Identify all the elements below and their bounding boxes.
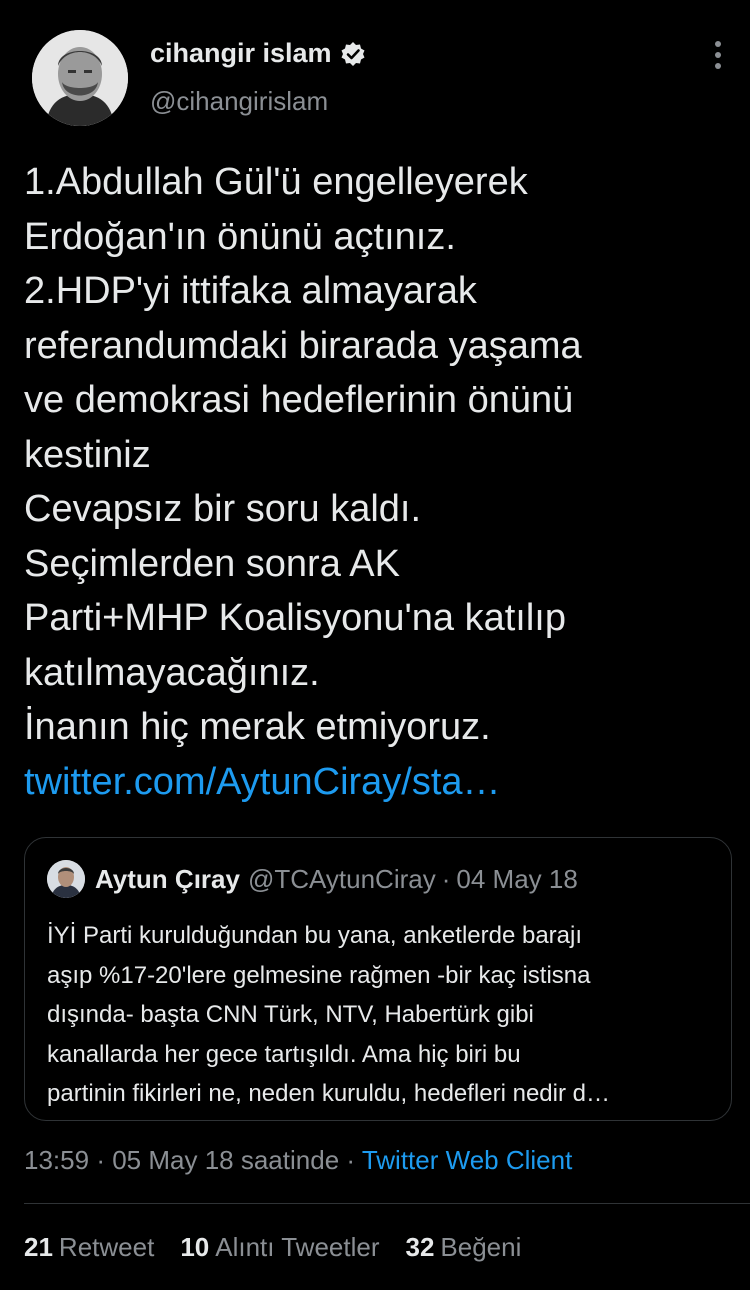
tweet-line: Seçimlerden sonra AK [24, 542, 400, 585]
quoted-line: İYİ Parti kurulduğundan bu yana, anketle… [47, 922, 583, 949]
quoted-author-name: Aytun Çıray [95, 863, 240, 894]
retweets-label: Retweet [58, 1232, 155, 1262]
quoted-line: kanallarda her gece tartışıldı. Ama hiç … [47, 1040, 521, 1068]
tweet-meta: 13:59 · 05 May 18 saatinde · Twitter Web… [24, 1145, 572, 1176]
quoted-line: dışında- başta CNN Türk, NTV, Habertürk … [47, 1001, 534, 1028]
likes-count: 32 [405, 1232, 435, 1262]
tweet-link[interactable]: twitter.com/AytunCiray/sta… [24, 755, 724, 810]
verified-badge-icon [340, 41, 366, 67]
quoted-tweet-card[interactable]: Aytun Çıray @TCAytunCiray · 04 May 18 İY… [24, 837, 732, 1121]
likes-label: Beğeni [440, 1232, 522, 1262]
meta-separator: · [346, 1145, 356, 1175]
quoted-date: 04 May 18 [456, 863, 578, 894]
author-name-text: cihangir islam [150, 38, 332, 68]
more-options-icon[interactable] [704, 38, 732, 72]
divider [24, 1203, 750, 1204]
avatar-photo [32, 30, 128, 126]
quoted-author-handle: @TCAytunCiray [247, 863, 436, 894]
quoted-separator: · [441, 863, 451, 894]
retweets-count: 21 [24, 1232, 53, 1262]
tweet-line: Erdoğan'ın önünü açtınız. [24, 215, 456, 258]
meta-separator: · [96, 1145, 105, 1175]
quoted-line: aşıp %17-20'lere gelmesine rağmen -bir k… [47, 961, 591, 989]
tweet-line: katılmayacağınız. [24, 651, 320, 694]
tweet-line: İnanın hiç merak etmiyoruz. [24, 706, 491, 748]
tweet-line: Cevapsız bir soru kaldı. [24, 488, 422, 530]
tweet-time: 13:59 [24, 1145, 90, 1175]
likes-stat[interactable]: 32 Beğeni [406, 1232, 522, 1263]
tweet-text: 1.Abdullah Gül'ü engelleyerek Erdoğan'ın… [24, 155, 724, 809]
author-handle[interactable]: @cihangirislam [150, 86, 328, 117]
quote-tweets-label: Alıntı Tweetler [215, 1232, 380, 1262]
quoted-author-avatar [47, 860, 85, 898]
quoted-line: partinin fikirleri ne, neden kuruldu, he… [47, 1080, 610, 1107]
tweet-line: ve demokrasi hedeflerinin önünü [24, 379, 574, 421]
tweet-line: 2.HDP'yi ittifaka almayarak [24, 270, 477, 312]
author-avatar[interactable] [32, 30, 128, 126]
quote-tweets-count: 10 [180, 1232, 210, 1262]
quote-tweets-stat[interactable]: 10 Alıntı Tweetler [180, 1232, 379, 1263]
tweet-line: 1.Abdullah Gül'ü engelleyerek [24, 161, 528, 203]
quoted-tweet-header: Aytun Çıray @TCAytunCiray · 04 May 18 [47, 860, 578, 898]
tweet-line: referandumdaki birarada yaşama [24, 324, 582, 367]
tweet-stats: 21 Retweet 10 Alıntı Tweetler 32 Beğeni [24, 1232, 521, 1263]
tweet-line: kestiniz [24, 433, 151, 476]
tweet-date: 05 May 18 saatinde [112, 1145, 340, 1175]
quoted-tweet-text: İYİ Parti kurulduğundan bu yana, anketle… [47, 916, 717, 1114]
tweet-source-link[interactable]: Twitter Web Client [362, 1145, 572, 1175]
tweet-line: Parti+MHP Koalisyonu'na katılıp [24, 597, 567, 639]
author-display-name[interactable]: cihangir islam [150, 38, 366, 69]
retweets-stat[interactable]: 21 Retweet [24, 1232, 154, 1263]
